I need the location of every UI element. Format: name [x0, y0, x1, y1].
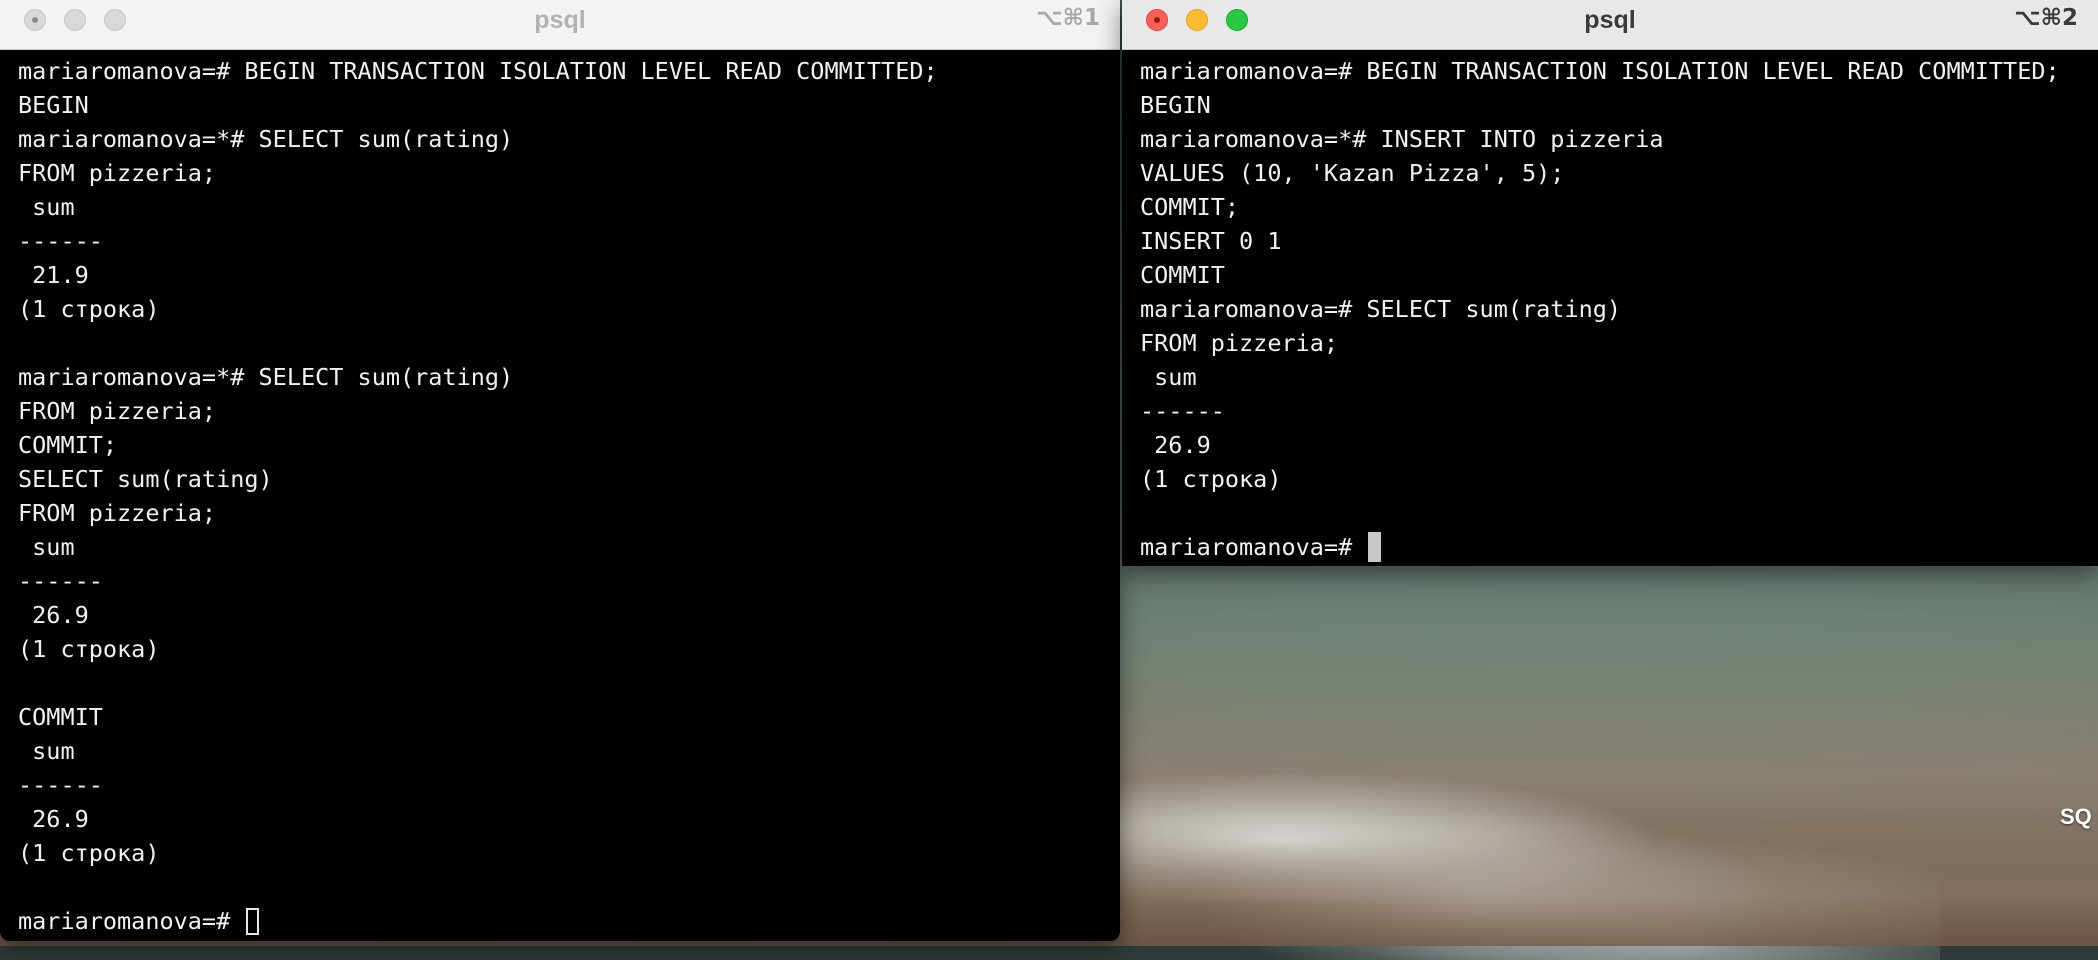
terminal-line: (1 строка) [1140, 465, 1282, 493]
window-shortcut: ⌥⌘2 [2014, 5, 2078, 31]
terminal-line: COMMIT [1140, 261, 1225, 289]
terminal-line: FROM pizzeria; [18, 159, 217, 187]
desktop-item-label[interactable]: SQ [2060, 804, 2092, 830]
terminal-line: FROM pizzeria; [18, 397, 217, 425]
prompt-text: mariaromanova=# [1140, 533, 1367, 561]
cursor-icon [1368, 532, 1382, 562]
terminal-line: 21.9 [18, 261, 89, 289]
wallpaper-foam [1120, 760, 1940, 960]
terminal-line: ------ [18, 227, 103, 255]
terminal-line: FROM pizzeria; [18, 499, 217, 527]
terminal-line: SELECT sum(rating) [18, 465, 273, 493]
terminal-line: COMMIT; [18, 431, 118, 459]
window-shortcut: ⌥⌘1 [1036, 5, 1100, 31]
cursor-icon [246, 908, 260, 935]
terminal-output[interactable]: mariaromanova=# BEGIN TRANSACTION ISOLAT… [0, 50, 1120, 941]
prompt-line[interactable]: mariaromanova=# [1140, 530, 2098, 564]
terminal-line: mariaromanova=# SELECT sum(rating) [1140, 295, 1622, 323]
terminal-line: FROM pizzeria; [1140, 329, 1339, 357]
terminal-line: VALUES (10, 'Kazan Pizza', 5); [1140, 159, 1565, 187]
terminal-line: BEGIN [1140, 91, 1211, 119]
terminal-line: sum [18, 193, 75, 221]
terminal-line: mariaromanova=*# INSERT INTO pizzeria [1140, 125, 1664, 153]
terminal-line: ------ [18, 567, 103, 595]
window-title: psql [1584, 6, 1636, 34]
terminal-line: (1 строка) [18, 295, 160, 323]
terminal-line: sum [1140, 363, 1197, 391]
terminal-line: ------ [1140, 397, 1225, 425]
window-titlebar[interactable]: psql ⌥⌘2 [1122, 0, 2098, 50]
terminal-line: COMMIT; [1140, 193, 1240, 221]
terminal-output[interactable]: mariaromanova=# BEGIN TRANSACTION ISOLAT… [1122, 50, 2098, 566]
wallpaper-sand [1120, 820, 2098, 946]
terminal-window-2[interactable]: psql ⌥⌘2 mariaromanova=# BEGIN TRANSACTI… [1122, 0, 2098, 566]
terminal-line: ------ [18, 771, 103, 799]
prompt-text: mariaromanova=# [18, 907, 245, 935]
terminal-line: sum [18, 533, 75, 561]
terminal-line: sum [18, 737, 75, 765]
prompt-line[interactable]: mariaromanova=# [18, 904, 1120, 938]
terminal-line: mariaromanova=# BEGIN TRANSACTION ISOLAT… [1140, 57, 2060, 85]
terminal-line: (1 строка) [18, 839, 160, 867]
terminal-line: 26.9 [18, 805, 89, 833]
terminal-window-1[interactable]: psql ⌥⌘1 mariaromanova=# BEGIN TRANSACTI… [0, 0, 1120, 941]
terminal-line: COMMIT [18, 703, 103, 731]
terminal-line: mariaromanova=*# SELECT sum(rating) [18, 125, 514, 153]
terminal-line: 26.9 [1140, 431, 1211, 459]
terminal-line: INSERT 0 1 [1140, 227, 1282, 255]
terminal-line: 26.9 [18, 601, 89, 629]
terminal-line: mariaromanova=*# SELECT sum(rating) [18, 363, 514, 391]
window-titlebar[interactable]: psql ⌥⌘1 [0, 0, 1120, 50]
terminal-line: (1 строка) [18, 635, 160, 663]
terminal-line: mariaromanova=# BEGIN TRANSACTION ISOLAT… [18, 57, 938, 85]
terminal-line: BEGIN [18, 91, 89, 119]
window-title: psql [534, 6, 586, 34]
